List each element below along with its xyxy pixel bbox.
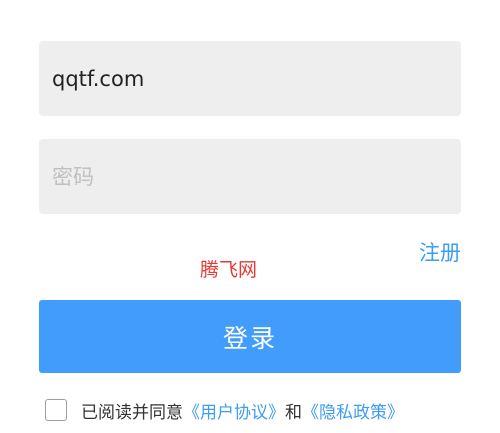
agreement-checkbox[interactable] [45, 399, 67, 421]
agreement-row: 已阅读并同意 《用户协议》 和 《隐私政策》 [45, 397, 404, 423]
register-link[interactable]: 注册 [419, 238, 461, 268]
user-agreement-link[interactable]: 《用户协议》 [183, 398, 285, 423]
username-input[interactable] [39, 41, 461, 116]
agreement-conjunction-text: 和 [285, 402, 302, 423]
privacy-policy-link[interactable]: 《隐私政策》 [302, 398, 404, 423]
password-input[interactable] [39, 139, 461, 214]
login-page: 注册 腾飞网 登录 已阅读并同意 《用户协议》 和 《隐私政策》 [0, 0, 500, 433]
login-button[interactable]: 登录 [39, 300, 461, 373]
agreement-prefix-text: 已阅读并同意 [81, 402, 183, 423]
site-watermark-label: 腾飞网 [200, 259, 258, 281]
